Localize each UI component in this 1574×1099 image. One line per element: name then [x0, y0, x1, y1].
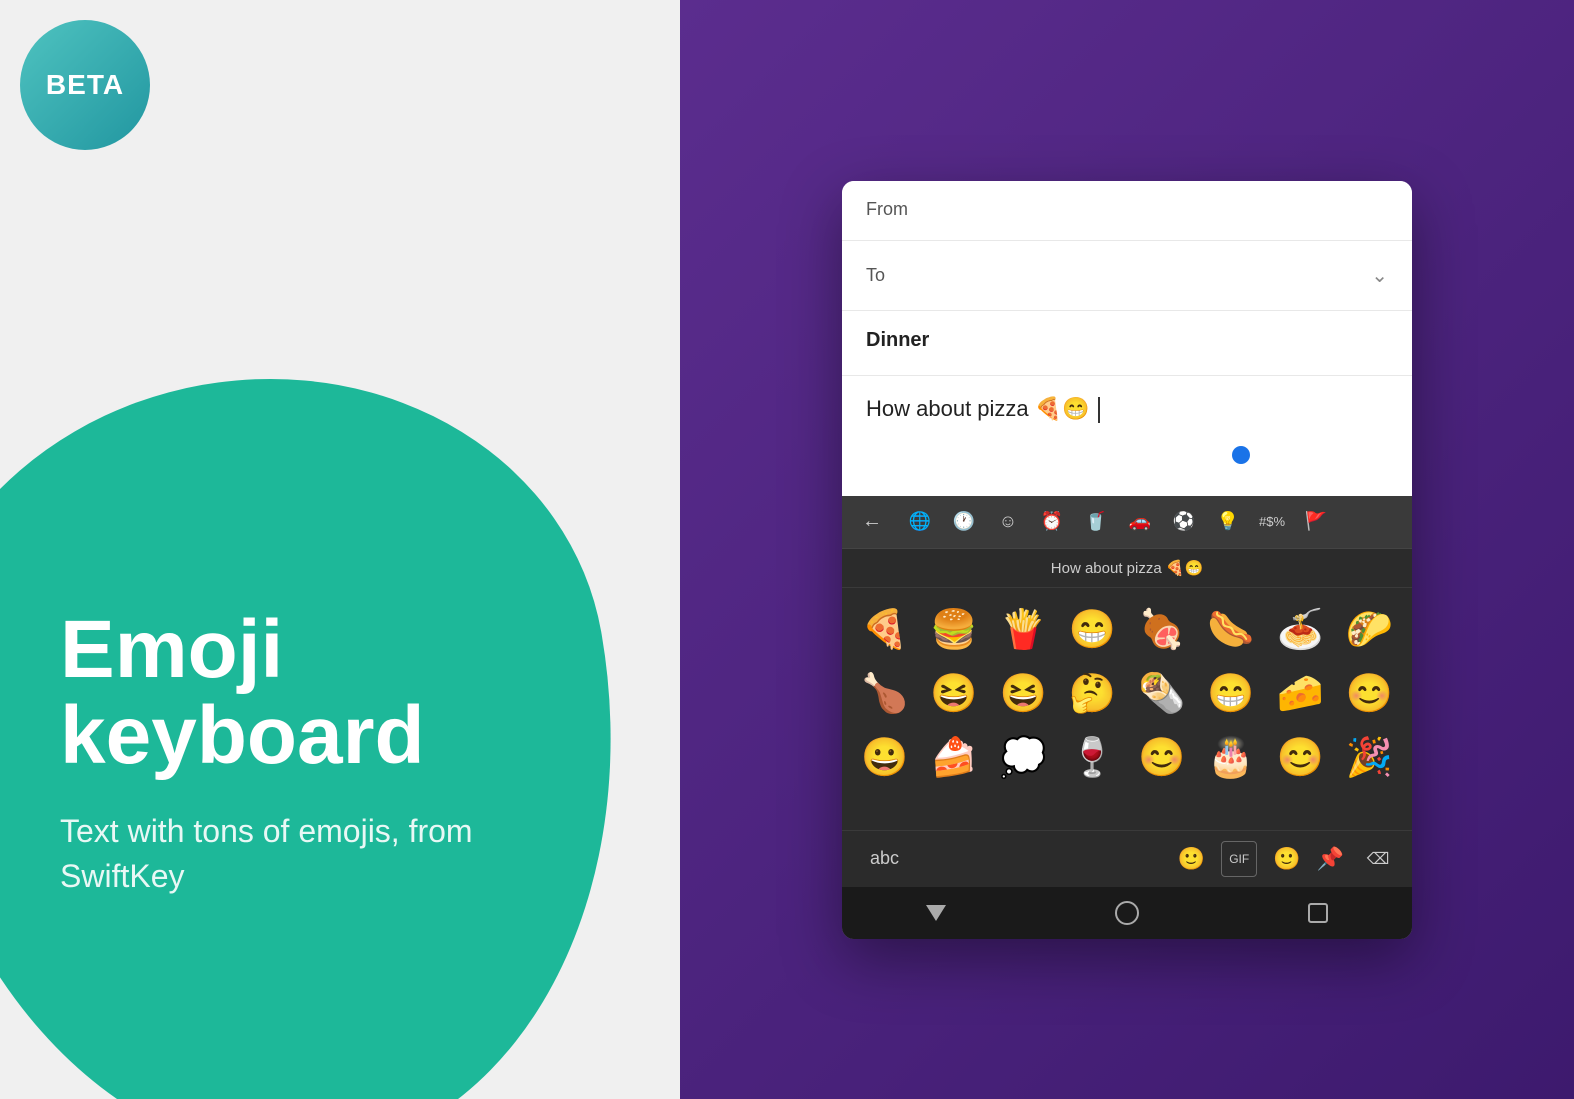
email-body-text: How about pizza 🍕😁 [866, 396, 1090, 421]
email-to-row[interactable]: To ⌄ [842, 241, 1412, 311]
phone-mockup: From To ⌄ Dinner How about pizza 🍕😁 [842, 181, 1412, 939]
abc-button[interactable]: abc [858, 842, 911, 875]
keyboard-symbols-icon[interactable]: #$% [1254, 504, 1290, 540]
email-subject-row[interactable]: Dinner [842, 311, 1412, 376]
emoji-pizza[interactable]: 🍕 [850, 598, 919, 662]
emoji-big-smile[interactable]: 😁 [1196, 662, 1265, 726]
email-app: From To ⌄ Dinner How about pizza 🍕😁 [842, 181, 1412, 496]
emoji-lol[interactable]: 😆 [989, 662, 1058, 726]
keyboard-bottom-icons: 🙂 GIF 🙂 📌 ⌫ [1178, 841, 1396, 877]
to-label: To [866, 265, 885, 286]
suggestion-text: How about pizza 🍕😁 [1051, 560, 1203, 577]
keyboard-globe-icon[interactable]: 🌐 [902, 504, 938, 540]
emoji-pasta[interactable]: 🍝 [1266, 598, 1335, 662]
keyboard-lightbulb-icon[interactable]: 💡 [1210, 504, 1246, 540]
emoji-burger[interactable]: 🍔 [919, 598, 988, 662]
emoji-laugh[interactable]: 😆 [919, 662, 988, 726]
keyboard-clock-icon[interactable]: 🕐 [946, 504, 982, 540]
subtitle: Text with tons of emojis, from SwiftKey [60, 809, 560, 899]
back-nav-icon[interactable] [926, 905, 946, 921]
emoji-cheese[interactable]: 🧀 [1266, 662, 1335, 726]
emoji-happy[interactable]: 😀 [850, 726, 919, 790]
emoji-content[interactable]: 😊 [1127, 726, 1196, 790]
recents-nav-icon[interactable] [1308, 903, 1328, 923]
main-title: Emojikeyboard [60, 607, 560, 779]
gif-button[interactable]: GIF [1221, 841, 1257, 877]
emoji-cake[interactable]: 🍰 [919, 726, 988, 790]
emoji-face-icon[interactable]: 🙂 [1178, 846, 1205, 872]
emoji-grid: 🍕 🍔 🍟 😁 🍖 🌭 🍝 🌮 🍗 😆 😆 🤔 🌯 😁 🧀 😊 😀 [842, 588, 1412, 800]
text-cursor [1098, 397, 1100, 423]
emoji-thought[interactable]: 💭 [989, 726, 1058, 790]
emoji-drumstick[interactable]: 🍗 [850, 662, 919, 726]
sticker-icon[interactable]: 🙂 [1273, 846, 1300, 872]
chevron-down-icon: ⌄ [1371, 263, 1388, 288]
email-subject: Dinner [866, 329, 929, 351]
emoji-hotdog[interactable]: 🌭 [1196, 598, 1265, 662]
keyboard-toolbar: ← 🌐 🕐 ☺ ⏰ 🥤 🚗 ⚽ 💡 #$% 🚩 [842, 496, 1412, 549]
android-nav-bar [842, 887, 1412, 939]
keyboard-smiley-icon[interactable]: ☺ [990, 504, 1026, 540]
cursor-handle [1232, 436, 1250, 464]
emoji-thinking[interactable]: 🤔 [1058, 662, 1127, 726]
emoji-smile[interactable]: 😊 [1335, 662, 1404, 726]
emoji-fries[interactable]: 🍟 [989, 598, 1058, 662]
email-from-row[interactable]: From [842, 181, 1412, 241]
from-label: From [866, 199, 908, 219]
email-body-row[interactable]: How about pizza 🍕😁 [842, 376, 1412, 496]
cursor-dot [1232, 446, 1250, 464]
keyboard-alarm-icon[interactable]: ⏰ [1034, 504, 1070, 540]
emoji-meat[interactable]: 🍖 [1127, 598, 1196, 662]
suggestion-bar[interactable]: How about pizza 🍕😁 [842, 549, 1412, 588]
keyboard-sports-icon[interactable]: ⚽ [1166, 504, 1202, 540]
keyboard-bottom-bar: abc 🙂 GIF 🙂 📌 ⌫ [842, 830, 1412, 887]
emoji-birthday[interactable]: 🎂 [1196, 726, 1265, 790]
left-content: Emojikeyboard Text with tons of emojis, … [60, 607, 560, 899]
emoji-grin[interactable]: 😁 [1058, 598, 1127, 662]
emoji-party[interactable]: 🎉 [1335, 726, 1404, 790]
pin-icon[interactable]: 📌 [1317, 846, 1344, 872]
keyboard-drink-icon[interactable]: 🥤 [1078, 504, 1114, 540]
keyboard-flag-icon[interactable]: 🚩 [1298, 504, 1334, 540]
emoji-smiley[interactable]: 😊 [1266, 726, 1335, 790]
home-nav-icon[interactable] [1115, 901, 1139, 925]
keyboard-car-icon[interactable]: 🚗 [1122, 504, 1158, 540]
right-panel: From To ⌄ Dinner How about pizza 🍕😁 [680, 0, 1574, 1099]
keyboard-section: ← 🌐 🕐 ☺ ⏰ 🥤 🚗 ⚽ 💡 #$% 🚩 How about pizza … [842, 496, 1412, 939]
beta-badge: BETA [20, 20, 150, 150]
beta-label: BETA [46, 69, 124, 101]
emoji-wine[interactable]: 🍷 [1058, 726, 1127, 790]
keyboard-back-button[interactable]: ← [854, 504, 890, 540]
emoji-taco[interactable]: 🌮 [1335, 598, 1404, 662]
emoji-burrito[interactable]: 🌯 [1127, 662, 1196, 726]
backspace-button[interactable]: ⌫ [1360, 841, 1396, 877]
left-panel: BETA Emojikeyboard Text with tons of emo… [0, 0, 680, 1099]
emoji-spacer [842, 800, 1412, 830]
